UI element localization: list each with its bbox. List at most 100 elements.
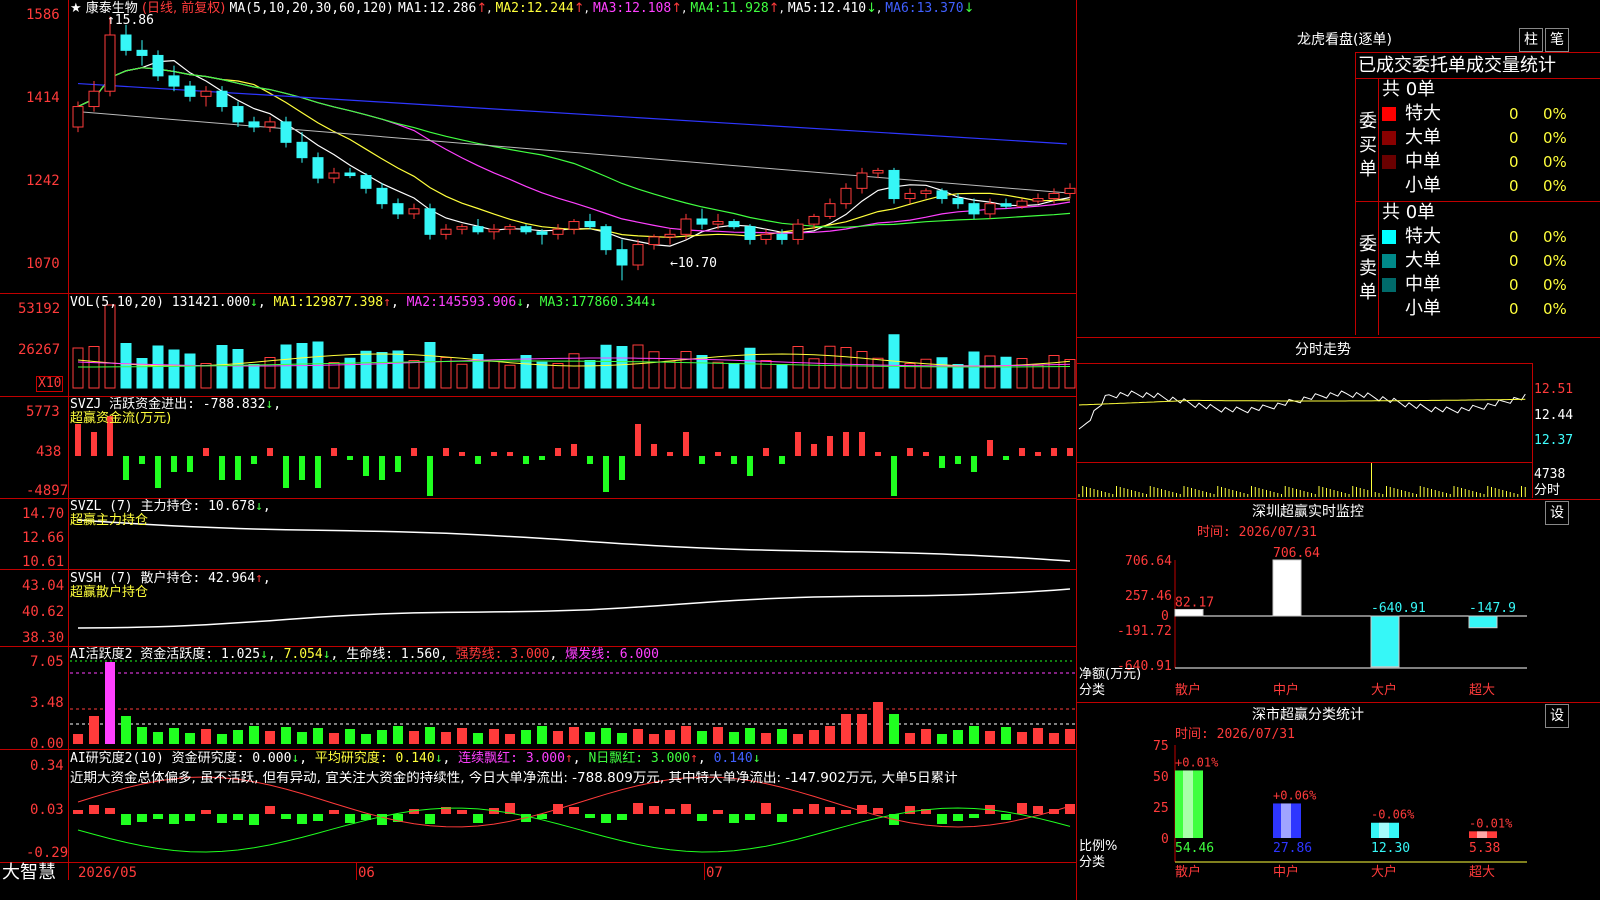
activity-bar	[377, 730, 387, 744]
volume-bar	[408, 360, 420, 389]
cls-bar-value: 27.86	[1273, 841, 1312, 856]
volume-bar	[440, 357, 452, 389]
volume-bar	[664, 360, 676, 389]
money-flow-bar	[267, 448, 273, 456]
research-bar	[569, 807, 579, 814]
activity-bar	[281, 727, 291, 744]
candle-body	[1048, 192, 1060, 200]
money-flow-bar	[667, 452, 673, 456]
y-tick: -4897	[26, 483, 69, 499]
research-bar	[233, 814, 243, 820]
activity-bar	[633, 729, 643, 744]
cls-change-label: -0.06%	[1371, 808, 1415, 822]
svsh-label: SVSH (7) 散户持仓: 42.964	[70, 571, 256, 586]
ma-params: MA(5,10,20,30,60,120)	[229, 1, 394, 16]
activity-bar	[409, 731, 419, 744]
research-bar	[969, 814, 979, 818]
y-tick: 12.66	[22, 530, 65, 546]
cls-bar-value: 12.30	[1371, 841, 1410, 856]
candle-body	[712, 221, 724, 225]
activity-bar	[841, 714, 851, 744]
candle-body	[728, 221, 740, 228]
candle-body	[376, 187, 388, 205]
activity-bar	[889, 714, 899, 744]
high-annotation: ↑15.86	[107, 14, 154, 28]
vol-ma2-label: MA2:	[406, 295, 438, 310]
volume-bar	[568, 353, 580, 389]
money-flow-bar	[299, 456, 305, 480]
research-bar	[713, 810, 723, 814]
volume-bar	[712, 361, 724, 389]
candle-body	[424, 208, 436, 235]
research-bar	[1033, 806, 1043, 814]
candle-body	[616, 249, 628, 266]
candle-body	[216, 90, 228, 108]
money-flow-bar	[635, 424, 641, 456]
money-flow-bar	[315, 456, 321, 488]
money-flow-bar	[539, 456, 545, 460]
vol-ma3-value: 177860.344	[570, 295, 650, 310]
ma4-value: 11.928	[721, 1, 769, 16]
research-bar	[1001, 814, 1011, 820]
money-flow-bar	[283, 456, 289, 488]
activity-bar	[393, 726, 403, 744]
y-tick: 26267	[18, 342, 61, 358]
money-flow-bar	[411, 448, 417, 456]
research-bar	[153, 814, 163, 819]
volume-bar	[696, 355, 708, 389]
volume-bar	[952, 364, 964, 389]
activity-bar	[121, 716, 131, 744]
ai-research-arrow1: ↓	[291, 751, 300, 766]
ai-active-label: AI活跃度2 资金活跃度: 1.025	[70, 647, 261, 662]
ai-life-line: 生命线: 1.560	[346, 647, 440, 662]
research-bar	[841, 810, 851, 814]
cls-bar-highlight	[1281, 803, 1291, 838]
volume-bar	[776, 364, 788, 389]
candle-body	[344, 172, 356, 177]
activity-bar	[313, 728, 323, 744]
research-bar	[201, 810, 211, 814]
ai-burst-line: 爆发线: 6.000	[565, 647, 659, 662]
star-icon[interactable]: ★	[70, 1, 82, 16]
candle-body	[536, 231, 548, 235]
candle-body	[296, 141, 308, 159]
money-flow-bar	[235, 456, 241, 480]
ma2-label: MA2:	[495, 1, 527, 16]
candle-body	[392, 203, 404, 215]
activity-bar	[969, 726, 979, 744]
money-flow-bar	[555, 448, 561, 456]
activity-bar	[1033, 728, 1043, 744]
sz-bar	[1272, 559, 1302, 617]
volume-bar	[984, 355, 996, 389]
svzj-subtitle: 超赢资金流(万元)	[70, 411, 172, 426]
vol-ma2-arrow: ↓	[516, 295, 525, 310]
volume-bar	[1048, 355, 1060, 389]
chart-area[interactable]: ★ 康泰生物 (日线, 前复权) MA(5,10,20,30,60,120) M…	[0, 0, 1077, 900]
ai-comment: 近期大资金总体偏多, 虽不活跃, 但有异动, 宜关注大资金的持续性, 今日大单净…	[70, 771, 958, 785]
fenshi-price-line	[1078, 390, 1526, 430]
volume-bar	[936, 357, 948, 389]
cls-bar-value: 54.46	[1175, 841, 1214, 856]
y-tick: 0.34	[30, 758, 64, 774]
candle-body	[568, 221, 580, 230]
cls-change-label: +0.06%	[1273, 788, 1317, 802]
money-flow-bar	[491, 452, 497, 456]
chart-mode[interactable]: (日线, 前复权)	[142, 1, 225, 16]
ma2-arrow: ↑	[573, 1, 585, 16]
money-flow-bar	[443, 448, 449, 456]
vol-arrow: ↓	[250, 295, 258, 310]
research-bar	[793, 809, 803, 814]
money-flow-bar	[603, 456, 609, 492]
activity-bar	[505, 734, 515, 744]
money-flow-bar	[91, 432, 97, 456]
volume-bar	[536, 361, 548, 389]
volume-bar	[120, 343, 132, 389]
y-tick: 1242	[26, 173, 60, 189]
activity-bar	[441, 732, 451, 744]
svzl-arrow: ↓	[255, 499, 263, 514]
money-flow-bar	[619, 456, 625, 480]
brand-logo[interactable]: 大智慧	[2, 863, 56, 883]
money-flow-bar	[923, 452, 929, 456]
pane-divider	[0, 749, 1077, 750]
ai-nday-red: N日飘红: 3.000	[588, 751, 691, 766]
